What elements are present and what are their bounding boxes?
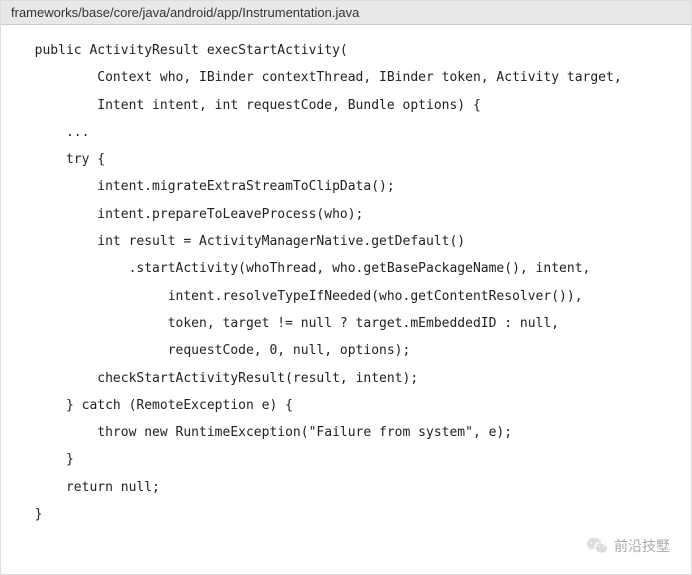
file-path-header: frameworks/base/core/java/android/app/In… (1, 1, 691, 25)
code-listing-container: frameworks/base/core/java/android/app/In… (0, 0, 692, 575)
file-path-text: frameworks/base/core/java/android/app/In… (11, 5, 359, 20)
watermark: 前沿技墅 (586, 535, 670, 557)
code-block: public ActivityResult execStartActivity(… (1, 25, 691, 574)
wechat-icon (586, 535, 608, 557)
watermark-text: 前沿技墅 (614, 536, 670, 556)
